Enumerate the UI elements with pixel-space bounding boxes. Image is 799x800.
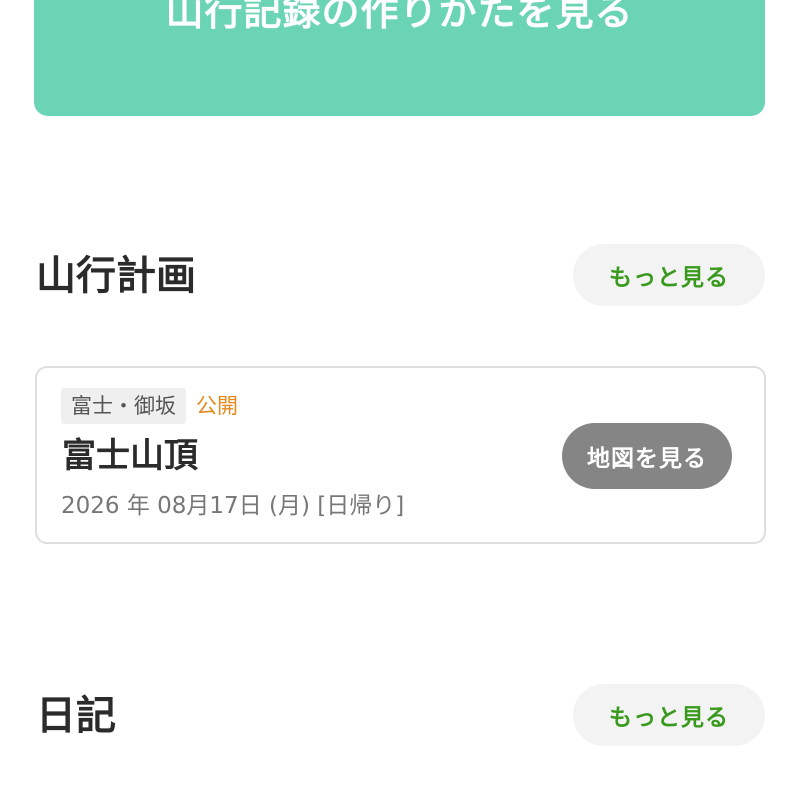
plan-card[interactable]: 富士・御坂 公開 富士山頂 2026 年 08月17日 (月) [日帰り] 地図…	[35, 366, 766, 544]
howto-banner-label: 山行記録の作りかたを見る	[165, 0, 634, 34]
plans-section-header: 山行計画 もっと見る	[36, 244, 765, 308]
plans-section-title: 山行計画	[36, 253, 196, 299]
diary-more-button[interactable]: もっと見る	[573, 684, 765, 746]
view-map-button[interactable]: 地図を見る	[562, 423, 732, 489]
page: 山行記録の作りかたを見る 山行計画 もっと見る 富士・御坂 公開 富士山頂 20…	[0, 0, 799, 800]
visibility-tag: 公開	[196, 394, 238, 418]
plan-date: 2026 年 08月17日 (月) [日帰り]	[61, 493, 405, 519]
plan-title: 富士山頂	[62, 436, 198, 476]
diary-section-header: 日記 もっと見る	[36, 684, 765, 748]
diary-section-title: 日記	[36, 693, 116, 739]
area-tag: 富士・御坂	[61, 388, 186, 424]
howto-banner-button[interactable]: 山行記録の作りかたを見る	[34, 0, 765, 116]
plan-tags: 富士・御坂 公開	[61, 388, 238, 424]
plans-more-button[interactable]: もっと見る	[573, 244, 765, 306]
